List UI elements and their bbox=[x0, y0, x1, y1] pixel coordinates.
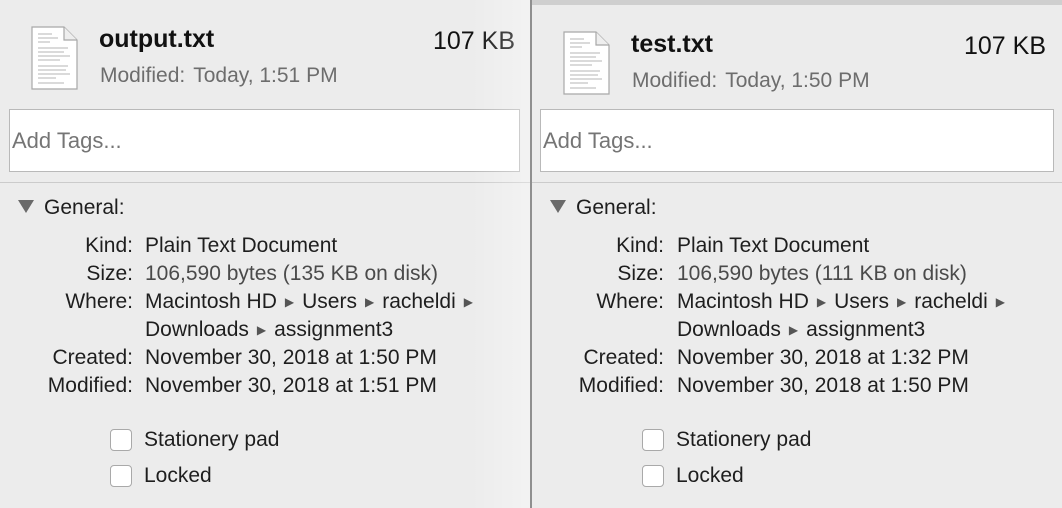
size-value: 106,590 bytes (111 KB on disk) bbox=[677, 262, 967, 285]
size-row: Size: 106,590 bytes (135 KB on disk) bbox=[0, 262, 531, 290]
info-window-test: test.txt 107 KB Modified: Today, 1:50 PM … bbox=[532, 0, 1062, 508]
kind-label: Kind: bbox=[616, 234, 664, 257]
locked-checkbox[interactable]: Locked bbox=[642, 464, 902, 492]
modified-value: Today, 1:50 PM bbox=[725, 69, 870, 92]
modified-label: Modified: bbox=[632, 69, 718, 92]
stationery-pad-box[interactable] bbox=[642, 429, 664, 451]
where-row: Where: Macintosh HD ▶ Users ▶ racheldi ▶ bbox=[532, 290, 1062, 318]
where-path-line-2: Downloads ▶ assignment3 bbox=[677, 318, 925, 342]
stationery-pad-checkbox[interactable]: Stationery pad bbox=[110, 428, 370, 456]
path-arrow-icon: ▶ bbox=[256, 323, 267, 337]
modified-row: Modified: November 30, 2018 at 1:50 PM bbox=[532, 374, 1062, 402]
path-item[interactable]: assignment3 bbox=[806, 318, 925, 342]
general-section-toggle[interactable]: General: bbox=[18, 196, 168, 222]
locked-box[interactable] bbox=[110, 465, 132, 487]
file-size: 107 KB bbox=[432, 27, 515, 55]
info-header: test.txt 107 KB Modified: Today, 1:50 PM bbox=[532, 5, 1062, 111]
modified-summary: Modified: Today, 1:51 PM bbox=[100, 64, 338, 88]
path-arrow-icon: ▶ bbox=[816, 295, 827, 309]
size-label: Size: bbox=[86, 262, 133, 285]
text-document-icon[interactable] bbox=[30, 26, 78, 90]
path-arrow-icon: ▶ bbox=[995, 295, 1005, 309]
modified-full-label: Modified: bbox=[47, 374, 133, 397]
window-divider bbox=[530, 0, 532, 508]
path-item[interactable]: Downloads bbox=[145, 318, 249, 342]
size-value: 106,590 bytes (135 KB on disk) bbox=[145, 262, 439, 285]
path-arrow-icon: ▶ bbox=[788, 323, 799, 337]
separator bbox=[0, 182, 531, 183]
stationery-pad-checkbox[interactable]: Stationery pad bbox=[642, 428, 902, 456]
kind-value: Plain Text Document bbox=[145, 234, 338, 257]
created-row: Created: November 30, 2018 at 1:32 PM bbox=[532, 346, 1062, 374]
kind-row: Kind: Plain Text Document bbox=[0, 234, 531, 262]
info-header: output.txt 107 KB Modified: Today, 1:51 P… bbox=[0, 0, 531, 106]
created-value: November 30, 2018 at 1:50 PM bbox=[145, 346, 437, 369]
section-title: General: bbox=[44, 196, 125, 219]
locked-label[interactable]: Locked bbox=[144, 464, 212, 488]
separator bbox=[532, 182, 1062, 183]
disclosure-triangle-icon[interactable] bbox=[18, 200, 34, 213]
path-arrow-icon: ▶ bbox=[896, 295, 907, 309]
tags-input[interactable] bbox=[540, 109, 1054, 172]
general-section-toggle[interactable]: General: bbox=[550, 196, 700, 222]
size-row: Size: 106,590 bytes (111 KB on disk) bbox=[532, 262, 1062, 290]
disclosure-triangle-icon[interactable] bbox=[550, 200, 566, 213]
created-value: November 30, 2018 at 1:32 PM bbox=[677, 346, 969, 369]
where-label: Where: bbox=[65, 290, 133, 313]
kind-label: Kind: bbox=[85, 234, 133, 257]
modified-summary: Modified: Today, 1:50 PM bbox=[632, 69, 870, 93]
path-item[interactable]: Users bbox=[834, 290, 889, 314]
path-item[interactable]: Macintosh HD bbox=[677, 290, 809, 314]
modified-label: Modified: bbox=[100, 64, 186, 87]
locked-box[interactable] bbox=[642, 465, 664, 487]
modified-row: Modified: November 30, 2018 at 1:51 PM bbox=[0, 374, 531, 402]
file-size: 107 KB bbox=[963, 32, 1046, 60]
where-label: Where: bbox=[596, 290, 664, 313]
modified-value: Today, 1:51 PM bbox=[193, 64, 338, 87]
section-title: General: bbox=[576, 196, 657, 219]
path-arrow-icon: ▶ bbox=[284, 295, 295, 309]
path-item[interactable]: racheldi bbox=[914, 290, 988, 314]
where-path-line-1: Macintosh HD ▶ Users ▶ racheldi ▶ bbox=[677, 290, 1013, 314]
where-path-line-1: Macintosh HD ▶ Users ▶ racheldi ▶ bbox=[145, 290, 481, 314]
created-label: Created: bbox=[52, 346, 133, 369]
path-arrow-icon: ▶ bbox=[364, 295, 375, 309]
locked-checkbox[interactable]: Locked bbox=[110, 464, 370, 492]
path-item[interactable]: Downloads bbox=[677, 318, 781, 342]
modified-full-value: November 30, 2018 at 1:51 PM bbox=[145, 374, 437, 397]
path-item[interactable]: Macintosh HD bbox=[145, 290, 277, 314]
text-document-icon[interactable] bbox=[562, 31, 610, 95]
locked-label[interactable]: Locked bbox=[676, 464, 744, 488]
modified-full-value: November 30, 2018 at 1:50 PM bbox=[677, 374, 969, 397]
path-item[interactable]: racheldi bbox=[382, 290, 456, 314]
where-row: Where: Macintosh HD ▶ Users ▶ racheldi ▶ bbox=[0, 290, 531, 318]
stationery-pad-label[interactable]: Stationery pad bbox=[676, 428, 811, 452]
size-label: Size: bbox=[617, 262, 664, 285]
file-name: output.txt bbox=[99, 25, 215, 53]
stationery-pad-label[interactable]: Stationery pad bbox=[144, 428, 279, 452]
info-window-output: output.txt 107 KB Modified: Today, 1:51 P… bbox=[0, 0, 531, 508]
path-arrow-icon: ▶ bbox=[463, 295, 473, 309]
where-path-line-2: Downloads ▶ assignment3 bbox=[145, 318, 393, 342]
kind-row: Kind: Plain Text Document bbox=[532, 234, 1062, 262]
where-row-continued: Downloads ▶ assignment3 bbox=[0, 318, 531, 346]
where-row-continued: Downloads ▶ assignment3 bbox=[532, 318, 1062, 346]
modified-full-label: Modified: bbox=[578, 374, 664, 397]
path-item[interactable]: Users bbox=[302, 290, 357, 314]
file-name: test.txt bbox=[631, 30, 713, 58]
created-row: Created: November 30, 2018 at 1:50 PM bbox=[0, 346, 531, 374]
stationery-pad-box[interactable] bbox=[110, 429, 132, 451]
kind-value: Plain Text Document bbox=[677, 234, 870, 257]
tags-input[interactable] bbox=[9, 109, 520, 172]
created-label: Created: bbox=[583, 346, 664, 369]
path-item[interactable]: assignment3 bbox=[274, 318, 393, 342]
